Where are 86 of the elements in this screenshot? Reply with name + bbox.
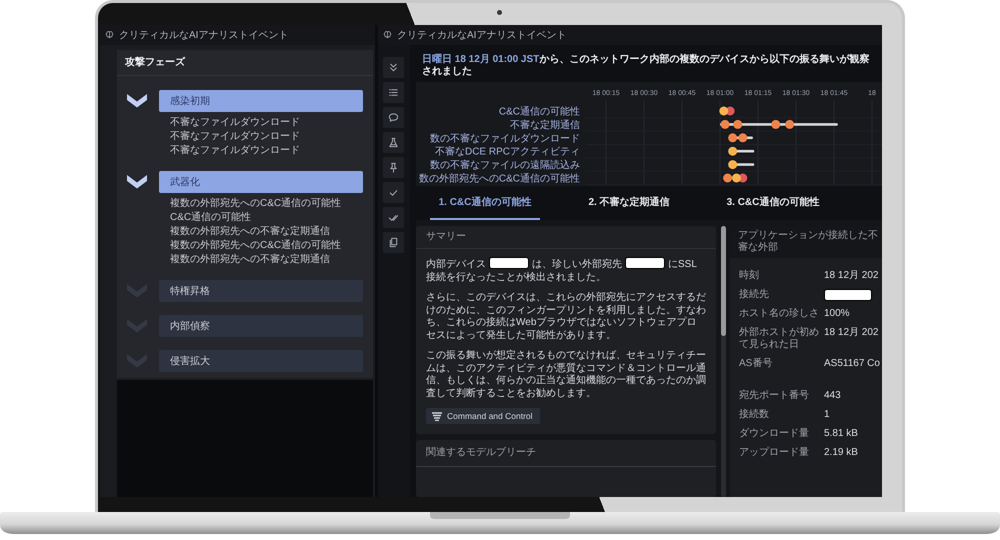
phase-item[interactable]: 複数の外部宛先へのC&C通信の可能性 [170,197,342,211]
phase-item[interactable]: 複数の外部宛先への不審な定期通信 [170,253,330,267]
tag-label: Command and Control [447,411,533,422]
detail-label: アップロード量 [739,447,810,459]
detail-value: 5.81 kB [824,428,858,440]
event-dot [732,174,741,182]
toolbar-button[interactable] [383,132,404,153]
list-icon [388,87,399,98]
card-title: サマリー [416,226,716,249]
detail-label: 宛先ポート番号 [739,390,810,402]
detail-value: 2.19 kB [824,447,858,459]
summary-paragraph: この振る舞いが想定されるものでなければ、セキュリティチームは、このアクティビティが悪質なコマンド＆コントロール通信、もしくは、何らかの正当な通知機能の一種であったのか調査して判断することをお勧めします。 [426,350,706,400]
event-dot [733,120,742,129]
toolbar-button[interactable] [383,82,404,103]
pin-icon [388,162,399,173]
summary-paragraph: 内部デバイス は、珍しい外部宛先 にSSL接続を行なったことが検出されました。 [426,257,698,284]
detail-value: 443 [824,390,841,402]
brain-icon [105,31,114,39]
detail-label: 接続先 [739,289,770,301]
event-dot [728,146,738,156]
detail-label: 時刻 [739,270,760,282]
event-dot [738,133,748,142]
redacted-block [489,257,529,269]
scrollbar-thumb[interactable] [721,226,726,336]
detail-label: ダウンロード量 [739,428,810,440]
headline: 日曜日 18 12月 01:00 JSTから、このネットワーク内部の複数のデバイスから以下の振る舞いが観察されました [421,52,870,78]
row-label: 数の不審なファイルの遠隔読込み [430,160,580,172]
chevron-icon[interactable] [127,94,147,108]
detail-label: 接続数 [739,409,770,421]
phase-header[interactable]: 侵害拡大 [159,350,363,372]
phase-header[interactable]: 特権昇格 [159,280,363,302]
event-dot [728,160,738,170]
phase-item[interactable]: 複数の外部宛先への不審な定期通信 [170,225,330,239]
chat-bubble-icon [388,112,399,123]
detail-value: 18 12月 202 [824,270,878,282]
toolbar-button[interactable] [383,182,404,203]
toolbar-button[interactable] [383,157,404,178]
phase-item[interactable]: 不審なファイルダウンロード [170,144,300,158]
toolbar-button[interactable] [383,57,404,78]
event-dot [719,106,728,116]
detail-label: 外部ホストが初めて見られた日 [739,327,820,351]
detail-value: AS51167 Co [824,358,880,370]
tab[interactable]: 3. C&C通信の可能性 [718,186,828,220]
panel-title: 攻撃フェーズ [117,50,373,76]
flask-icon [388,137,399,148]
tab[interactable]: 2. 不審な定期通信 [574,186,684,220]
phase-item[interactable]: C&C通信の可能性 [170,211,252,225]
toolbar-button[interactable] [383,207,404,228]
phase-header[interactable]: 感染初期 [159,90,363,112]
detail-value: 1 [824,409,830,421]
phase-header[interactable]: 内部偵察 [159,315,363,337]
double-chevron-icon [388,62,399,73]
row-label: 不審な定期通信 [510,120,580,131]
brain-icon [383,31,392,39]
detail-value: 18 12月 202 [824,327,878,339]
double-check-icon [388,212,399,223]
row-label: 数の不審なファイルダウンロード [430,133,580,144]
phase-item[interactable]: 不審なファイルダウンロード [170,116,300,130]
detail-label: AS番号 [739,358,774,370]
row-label: C&C通信の可能性 [498,106,580,118]
summary-paragraph: さらに、このデバイスは、これらの外部宛先にアクセスするだけのために、このフィンガープリントを利用しました。すなわち、これらの接続はWebブラウザではないソフトウェアプロセスによって発生した可能性があります。 [426,292,706,342]
check-icon [388,187,399,198]
camera-icon [497,10,502,15]
row-label: 数の外部宛先へのC&C通信の可能性 [418,174,580,184]
card-title: 関連するモデルブリーチ [416,440,716,467]
phase-item[interactable]: 複数の外部宛先へのC&C通信の可能性 [170,239,342,253]
chevron-icon[interactable] [127,175,147,189]
redacted-block [824,289,872,301]
redacted-block [625,257,665,269]
row-label: 不審なDCE RPCアクティビティ [434,146,580,158]
detail-label: ホスト名の珍しさ [739,308,820,320]
toolbar-button[interactable] [383,107,404,128]
copy-icon [388,237,399,248]
phase-item[interactable]: 不審なファイルダウンロード [170,130,300,144]
details-header: アプリケーションが接続した不審な外部 [730,226,882,258]
event-dot [785,120,794,129]
window-title: クリティカルなAIアナリストイベント [119,29,288,42]
stacked-lines-icon [432,412,442,421]
event-dot [771,120,780,129]
toolbar-button[interactable] [383,232,404,253]
phase-header[interactable]: 武器化 [159,171,363,193]
event-dot [728,133,738,142]
detail-value: 100% [824,308,850,320]
event-dot [720,120,730,129]
window-title: クリティカルなAIアナリストイベント [397,29,566,42]
event-dot [723,174,732,182]
